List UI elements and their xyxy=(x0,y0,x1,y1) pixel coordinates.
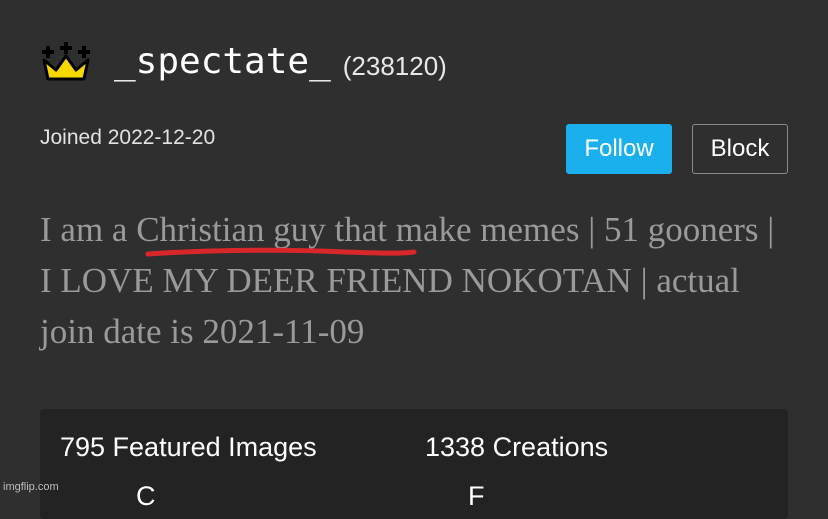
follow-button[interactable]: Follow xyxy=(566,124,672,174)
imgflip-watermark: imgflip.com xyxy=(3,481,59,493)
block-button[interactable]: Block xyxy=(692,124,788,174)
stats-row2-left[interactable]: C xyxy=(136,481,156,512)
creations-count[interactable]: 1338 Creations xyxy=(425,432,608,463)
user-points: (238120) xyxy=(342,50,447,81)
joined-date: Joined 2022-12-20 xyxy=(40,126,216,149)
crown-icon xyxy=(42,42,90,81)
stats-panel: 795 Featured Images 1338 Creations C F xyxy=(40,409,788,519)
stats-row2-right[interactable]: F xyxy=(468,481,485,512)
featured-images-count[interactable]: 795 Featured Images xyxy=(60,432,317,463)
username: _spectate_ xyxy=(114,41,331,82)
profile-bio: I am a Christian guy that make memes | 5… xyxy=(40,210,775,351)
red-underline-annotation xyxy=(145,247,417,257)
profile-header: _spectate_ (238120) xyxy=(40,38,447,86)
